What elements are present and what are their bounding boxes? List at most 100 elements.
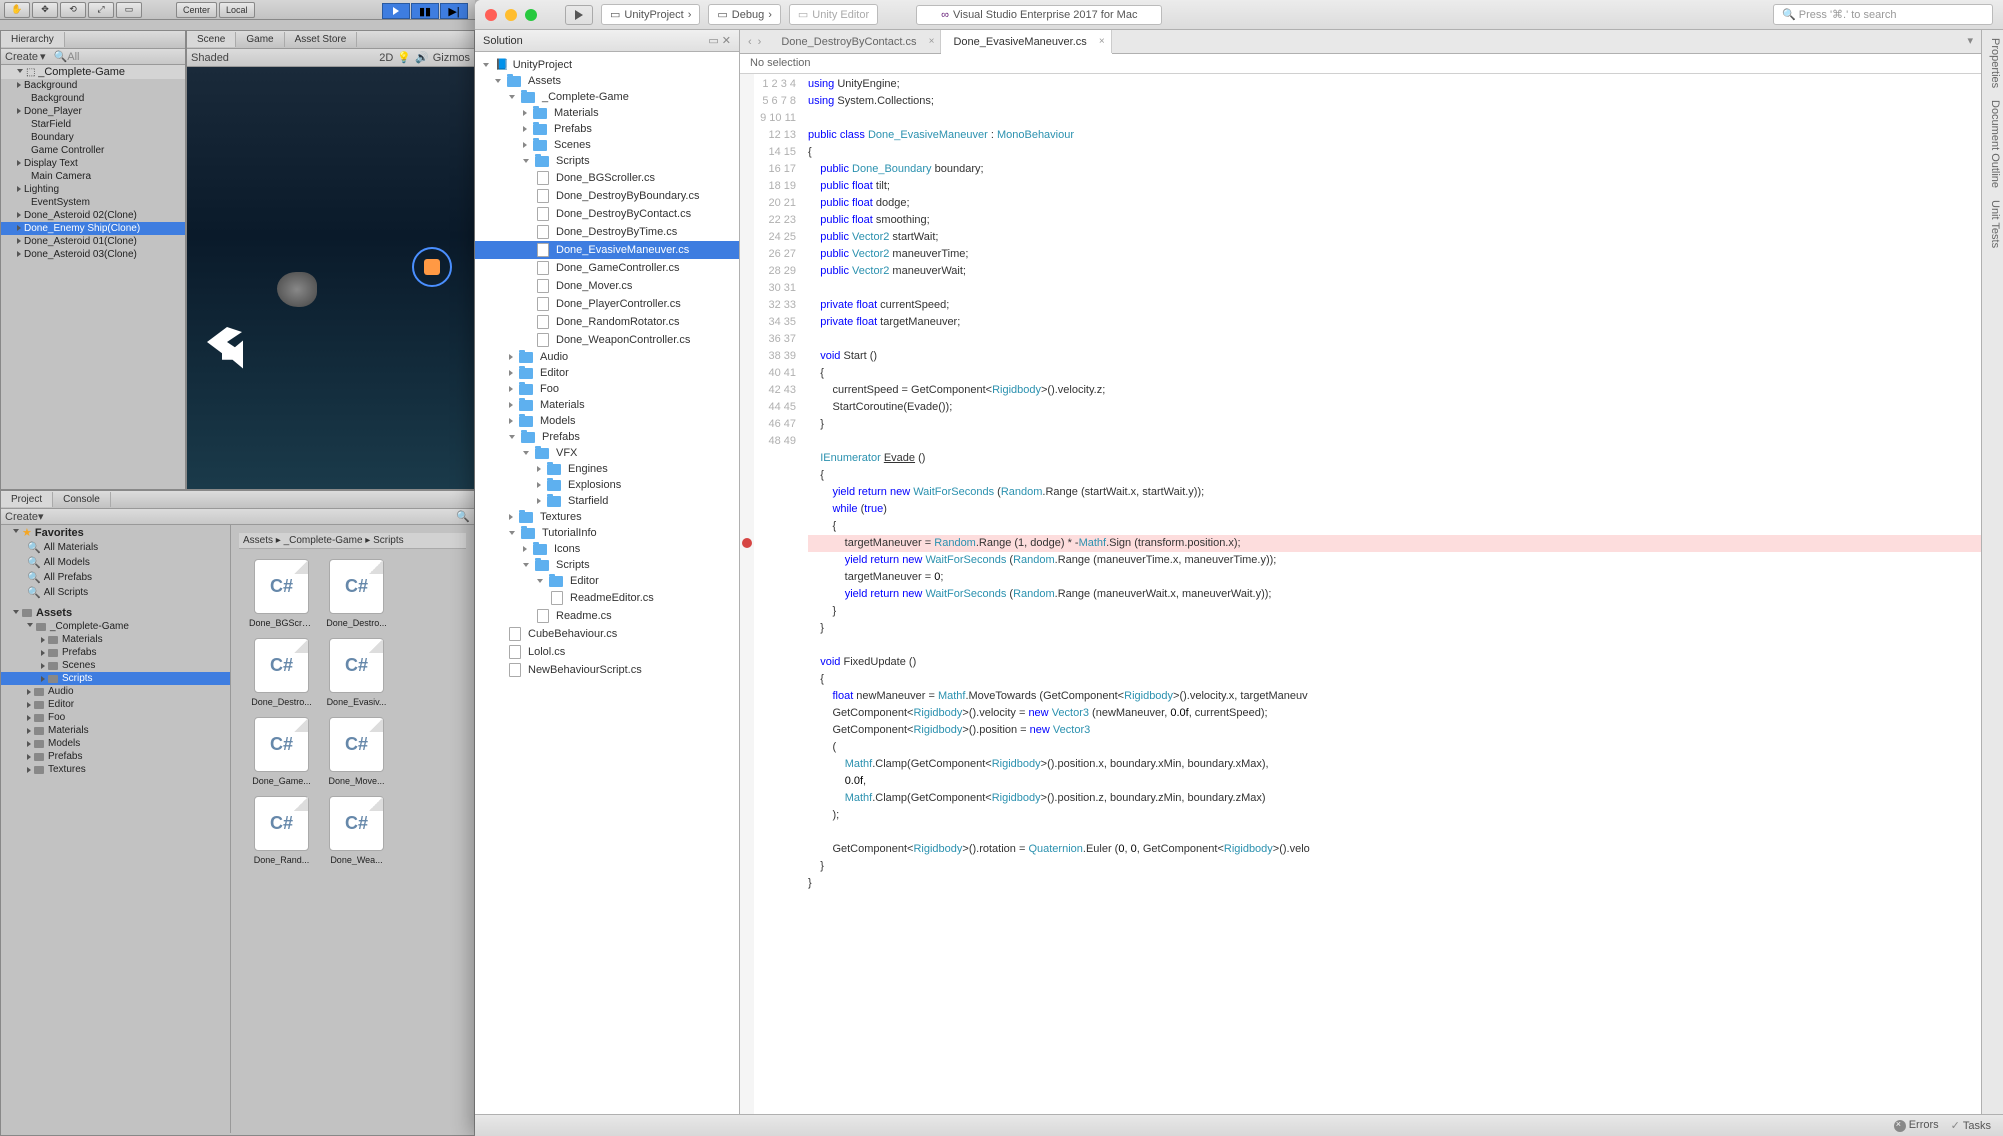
hierarchy-item[interactable]: Done_Asteroid 01(Clone) [1, 235, 185, 248]
asset-grid-item[interactable]: C#Done_Move... [324, 717, 389, 786]
pause-button[interactable]: ▮▮ [411, 3, 439, 19]
solution-item[interactable]: Models [475, 413, 739, 429]
hierarchy-item[interactable]: Boundary [1, 131, 185, 144]
console-tab[interactable]: Console [53, 492, 111, 507]
solution-item[interactable]: Done_RandomRotator.cs [475, 313, 739, 331]
solution-item[interactable]: Lolol.cs [475, 643, 739, 661]
assets-header[interactable]: Assets [1, 606, 230, 620]
solution-item[interactable]: Editor [475, 573, 739, 589]
hierarchy-item[interactable]: Done_Asteroid 03(Clone) [1, 248, 185, 261]
tasks-button[interactable]: ✓Tasks [1951, 1119, 1991, 1132]
close-icon[interactable] [485, 9, 497, 21]
move-tool[interactable]: ✥ [32, 2, 58, 18]
solution-item[interactable]: Materials [475, 397, 739, 413]
solution-item[interactable]: ReadmeEditor.cs [475, 589, 739, 607]
asset-tree-item[interactable]: Prefabs [1, 646, 230, 659]
properties-pad[interactable]: Properties [1984, 38, 2001, 88]
hierarchy-item[interactable]: Main Camera [1, 170, 185, 183]
hierarchy-item[interactable]: Background [1, 79, 185, 92]
outline-pad[interactable]: Document Outline [1984, 100, 2001, 188]
solution-item[interactable]: TutorialInfo [475, 525, 739, 541]
asset-tree-item[interactable]: Materials [1, 633, 230, 646]
shading-mode[interactable]: Shaded [191, 52, 229, 64]
nav-fwd[interactable]: › [758, 36, 762, 48]
solution-item[interactable]: Prefabs [475, 429, 739, 445]
search-input[interactable]: 🔍 Press '⌘.' to search [1773, 4, 1993, 25]
tab-menu-icon[interactable]: ▾ [1959, 30, 1981, 53]
solution-item[interactable]: Scripts [475, 153, 739, 169]
solution-item[interactable]: Done_EvasiveManeuver.cs [475, 241, 739, 259]
hierarchy-item[interactable]: Display Text [1, 157, 185, 170]
pivot-local[interactable]: Local [219, 2, 255, 18]
hierarchy-item[interactable]: Lighting [1, 183, 185, 196]
nav-back[interactable]: ‹ [748, 36, 752, 48]
solution-item[interactable]: Readme.cs [475, 607, 739, 625]
enemy-ship-gizmo[interactable] [412, 247, 452, 287]
asset-tree-item[interactable]: Foo [1, 711, 230, 724]
editor-tab-1[interactable]: Done_EvasiveManeuver.cs× [941, 30, 1111, 53]
solution-item[interactable]: Done_WeaponController.cs [475, 331, 739, 349]
asset-grid-item[interactable]: C#Done_Game... [249, 717, 314, 786]
solution-item[interactable]: _Complete-Game [475, 89, 739, 105]
create-dropdown[interactable]: Create [5, 51, 38, 63]
favorite-item[interactable]: 🔍All Materials [1, 540, 230, 555]
solution-item[interactable]: Foo [475, 381, 739, 397]
unittests-pad[interactable]: Unit Tests [1984, 200, 2001, 248]
2d-toggle[interactable]: 2D [379, 52, 393, 64]
hierarchy-item[interactable]: Game Controller [1, 144, 185, 157]
editor-tab-0[interactable]: Done_DestroyByContact.cs× [769, 30, 941, 53]
favorite-item[interactable]: 🔍All Prefabs [1, 570, 230, 585]
hierarchy-item[interactable]: Background [1, 92, 185, 105]
solution-item[interactable]: Done_GameController.cs [475, 259, 739, 277]
favorites-header[interactable]: ★Favorites [1, 525, 230, 540]
run-button[interactable] [565, 5, 593, 25]
solution-item[interactable]: CubeBehaviour.cs [475, 625, 739, 643]
asset-tree-item[interactable]: Scenes [1, 659, 230, 672]
solution-item[interactable]: Icons [475, 541, 739, 557]
solution-item[interactable]: Done_DestroyByTime.cs [475, 223, 739, 241]
solution-item[interactable]: Engines [475, 461, 739, 477]
asset-grid-item[interactable]: C#Done_BGScro... [249, 559, 314, 628]
solution-item[interactable]: NewBehaviourScript.cs [475, 661, 739, 679]
solution-item[interactable]: Done_DestroyByBoundary.cs [475, 187, 739, 205]
solution-item[interactable]: Prefabs [475, 121, 739, 137]
asset-grid-item[interactable]: C#Done_Evasiv... [324, 638, 389, 707]
breadcrumb[interactable]: Assets ▸ _Complete-Game ▸ Scripts [239, 533, 466, 549]
hier-search[interactable]: All [67, 51, 79, 63]
breakpoint[interactable] [740, 538, 754, 555]
hierarchy-item[interactable]: Done_Asteroid 02(Clone) [1, 209, 185, 222]
asset-grid-item[interactable]: C#Done_Wea... [324, 796, 389, 865]
asset-tree-item[interactable]: Editor [1, 698, 230, 711]
asset-tree-item[interactable]: Models [1, 737, 230, 750]
asteroid-object[interactable] [277, 272, 317, 307]
asset-tree-item[interactable]: Textures [1, 763, 230, 776]
solution-item[interactable]: Explosions [475, 477, 739, 493]
solution-item[interactable]: Editor [475, 365, 739, 381]
favorite-item[interactable]: 🔍All Models [1, 555, 230, 570]
favorite-item[interactable]: 🔍All Scripts [1, 585, 230, 600]
hierarchy-item[interactable]: Done_Player [1, 105, 185, 118]
asset-grid-item[interactable]: C#Done_Destro... [249, 638, 314, 707]
game-tab[interactable]: Game [236, 32, 284, 47]
asset-tree-item[interactable]: Audio [1, 685, 230, 698]
rect-tool[interactable]: ▭ [116, 2, 142, 18]
gizmos-toggle[interactable]: Gizmos [433, 52, 470, 64]
scene-root[interactable]: ⬚ _Complete-Game [1, 65, 185, 79]
rotate-tool[interactable]: ⟲ [60, 2, 86, 18]
solution-item[interactable]: Starfield [475, 493, 739, 509]
hand-tool[interactable]: ✋ [4, 2, 30, 18]
asset-tree-item[interactable]: Materials [1, 724, 230, 737]
hierarchy-item[interactable]: Done_Enemy Ship(Clone) [1, 222, 185, 235]
scene-viewport[interactable] [187, 67, 474, 489]
solution-item[interactable]: Done_PlayerController.cs [475, 295, 739, 313]
project-tab[interactable]: Project [1, 492, 53, 507]
scene-tab[interactable]: Scene [187, 32, 236, 47]
asset-tree-item[interactable]: Prefabs [1, 750, 230, 763]
solution-item[interactable]: Textures [475, 509, 739, 525]
hierarchy-item[interactable]: StarField [1, 118, 185, 131]
code-area[interactable]: using UnityEngine;using System.Collectio… [804, 74, 1981, 1114]
hierarchy-tab[interactable]: Hierarchy [1, 32, 65, 47]
play-button[interactable] [382, 3, 410, 19]
maximize-icon[interactable] [525, 9, 537, 21]
errors-button[interactable]: Errors [1894, 1119, 1939, 1131]
